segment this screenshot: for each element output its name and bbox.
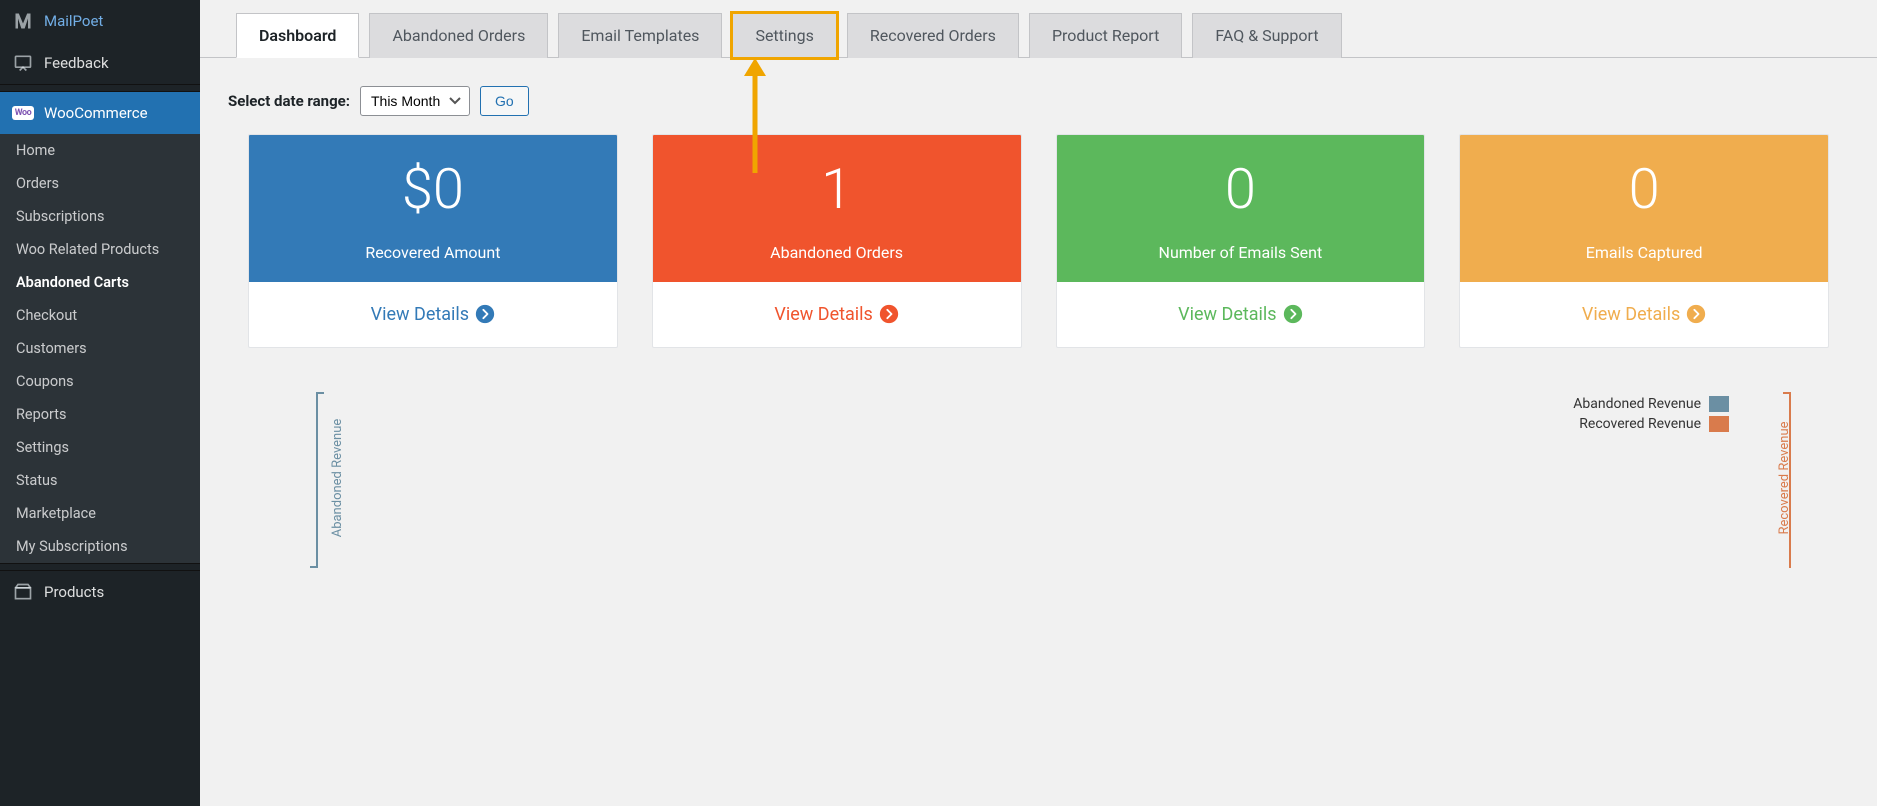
sidebar-subitem[interactable]: Checkout	[0, 299, 200, 332]
tab-faq-support[interactable]: FAQ & Support	[1192, 13, 1341, 58]
stat-card-recovered-amount: $0 Recovered Amount View Details	[248, 134, 618, 348]
tab-recovered-orders[interactable]: Recovered Orders	[847, 13, 1019, 58]
feedback-icon	[12, 52, 34, 74]
sidebar-label: Feedback	[44, 54, 109, 72]
card-bottom: View Details	[249, 282, 617, 347]
card-top: 0 Number of Emails Sent	[1057, 135, 1425, 282]
main-content: DashboardAbandoned OrdersEmail Templates…	[200, 0, 1877, 568]
sidebar-subitem[interactable]: Settings	[0, 431, 200, 464]
sidebar-item-feedback[interactable]: Feedback	[0, 42, 200, 84]
sidebar-label: WooCommerce	[44, 104, 148, 122]
arrow-right-circle-icon	[475, 304, 495, 324]
card-value: 0	[1470, 159, 1818, 221]
stat-card-number-of-emails-sent: 0 Number of Emails Sent View Details	[1056, 134, 1426, 348]
legend-label: Abandoned Revenue	[1573, 396, 1701, 412]
card-bottom: View Details	[1460, 282, 1828, 347]
date-range-label: Select date range:	[228, 92, 350, 110]
woocommerce-icon: Woo	[12, 102, 34, 124]
sidebar-subitem[interactable]: Status	[0, 464, 200, 497]
sidebar-label: Products	[44, 583, 104, 601]
sidebar-item-products[interactable]: Products	[0, 571, 200, 613]
legend-label: Recovered Revenue	[1579, 416, 1701, 432]
admin-sidebar: MailPoet Feedback Woo WooCommerce HomeOr…	[0, 0, 200, 806]
legend-item: Abandoned Revenue	[1573, 396, 1729, 412]
arrow-right-circle-icon	[1283, 304, 1303, 324]
tab-bar: DashboardAbandoned OrdersEmail Templates…	[200, 0, 1877, 58]
sidebar-subitem[interactable]: My Subscriptions	[0, 530, 200, 563]
sidebar-item-mailpoet[interactable]: MailPoet	[0, 0, 200, 42]
card-bottom: View Details	[1057, 282, 1425, 347]
view-details-link[interactable]: View Details	[1178, 304, 1302, 325]
card-label: Emails Captured	[1470, 243, 1818, 262]
tab-dashboard[interactable]: Dashboard	[236, 13, 359, 58]
sidebar-subitem[interactable]: Reports	[0, 398, 200, 431]
stats-cards: $0 Recovered Amount View Details 1 Abandone…	[200, 134, 1877, 388]
charts-area: Abandoned Revenue Abandoned Revenue Reco…	[200, 388, 1877, 568]
right-axis-line	[1789, 392, 1791, 568]
left-axis-line	[316, 392, 318, 568]
products-icon	[12, 581, 34, 603]
sidebar-separator	[0, 84, 200, 92]
card-top: 0 Emails Captured	[1460, 135, 1828, 282]
sidebar-subitem[interactable]: Abandoned Carts	[0, 266, 200, 299]
stat-card-emails-captured: 0 Emails Captured View Details	[1459, 134, 1829, 348]
arrow-right-circle-icon	[1686, 304, 1706, 324]
card-top: $0 Recovered Amount	[249, 135, 617, 282]
sidebar-subitem[interactable]: Orders	[0, 167, 200, 200]
tab-product-report[interactable]: Product Report	[1029, 13, 1182, 58]
sidebar-subitem[interactable]: Coupons	[0, 365, 200, 398]
tab-email-templates[interactable]: Email Templates	[558, 13, 722, 58]
card-label: Number of Emails Sent	[1067, 243, 1415, 262]
sidebar-subitem[interactable]: Marketplace	[0, 497, 200, 530]
sidebar-subitem[interactable]: Subscriptions	[0, 200, 200, 233]
legend-swatch	[1709, 396, 1729, 412]
sidebar-label: MailPoet	[44, 12, 103, 30]
card-bottom: View Details	[653, 282, 1021, 347]
card-value: $0	[259, 159, 607, 221]
abandoned-revenue-chart: Abandoned Revenue	[248, 388, 1019, 568]
woocommerce-submenu: HomeOrdersSubscriptionsWoo Related Produ…	[0, 134, 200, 563]
left-y-axis-label: Abandoned Revenue	[330, 418, 345, 537]
sidebar-item-woocommerce[interactable]: Woo WooCommerce	[0, 92, 200, 134]
arrow-right-circle-icon	[879, 304, 899, 324]
go-button[interactable]: Go	[480, 86, 529, 116]
view-details-link[interactable]: View Details	[371, 304, 495, 325]
sidebar-separator	[0, 563, 200, 571]
card-label: Recovered Amount	[259, 243, 607, 262]
sidebar-subitem[interactable]: Customers	[0, 332, 200, 365]
card-value: 1	[663, 159, 1011, 221]
mailpoet-icon	[12, 10, 34, 32]
card-value: 0	[1067, 159, 1415, 221]
recovered-revenue-chart: Abandoned Revenue Recovered Revenue Reco…	[1059, 388, 1830, 568]
card-top: 1 Abandoned Orders	[653, 135, 1021, 282]
chart-legend: Abandoned Revenue Recovered Revenue	[1573, 396, 1729, 436]
date-range-controls: Select date range: This Month Go	[200, 58, 1877, 134]
sidebar-subitem[interactable]: Home	[0, 134, 200, 167]
legend-item: Recovered Revenue	[1573, 416, 1729, 432]
legend-swatch	[1709, 416, 1729, 432]
tab-abandoned-orders[interactable]: Abandoned Orders	[369, 13, 548, 58]
date-range-select[interactable]: This Month	[360, 86, 470, 116]
sidebar-subitem[interactable]: Woo Related Products	[0, 233, 200, 266]
tab-settings[interactable]: Settings	[732, 13, 836, 58]
view-details-link[interactable]: View Details	[774, 304, 898, 325]
card-label: Abandoned Orders	[663, 243, 1011, 262]
stat-card-abandoned-orders: 1 Abandoned Orders View Details	[652, 134, 1022, 348]
view-details-link[interactable]: View Details	[1582, 304, 1706, 325]
